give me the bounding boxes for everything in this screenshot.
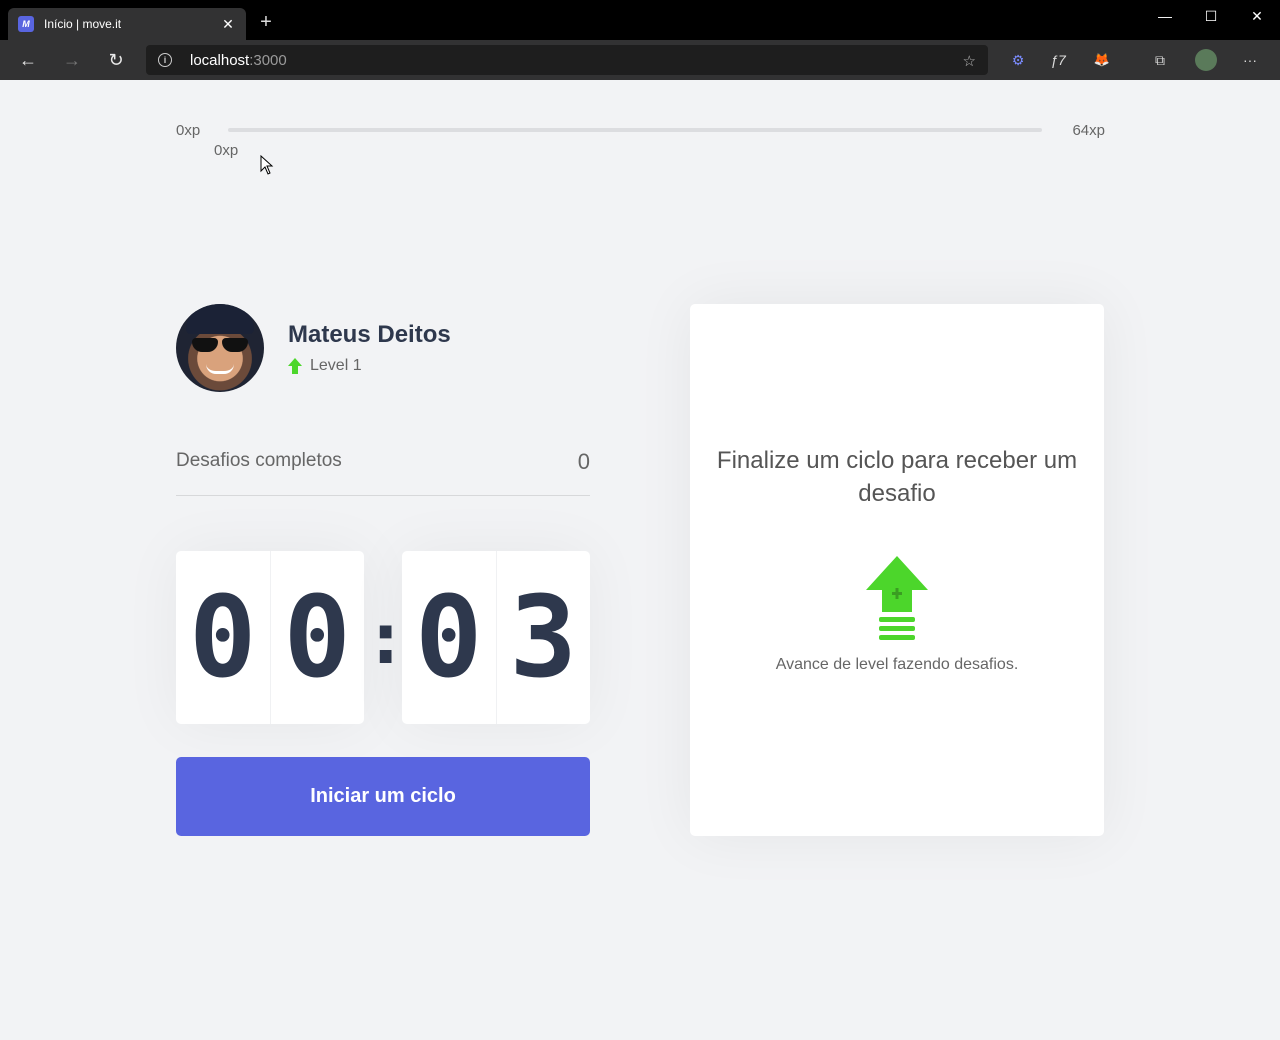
address-host: localhost bbox=[190, 51, 250, 69]
maximize-button[interactable]: ☐ bbox=[1188, 0, 1234, 32]
window-controls: — ☐ ✕ bbox=[1142, 0, 1280, 32]
challenge-box: Finalize um ciclo para receber um desafi… bbox=[690, 304, 1104, 836]
profile-info: Mateus Deitos Level 1 bbox=[288, 321, 451, 375]
mouse-cursor-icon bbox=[260, 155, 274, 175]
extension-fox-icon[interactable]: 🦊 bbox=[1092, 50, 1112, 70]
new-tab-button[interactable]: + bbox=[256, 12, 276, 32]
back-button[interactable]: ← bbox=[16, 48, 40, 72]
second-digit-left: 0 bbox=[402, 551, 497, 724]
level-label: Level 1 bbox=[310, 357, 362, 374]
completed-challenges-label: Desafios completos bbox=[176, 450, 342, 471]
start-cycle-button[interactable]: Iniciar um ciclo bbox=[176, 757, 590, 836]
xp-max-label: 64xp bbox=[1072, 122, 1105, 139]
level-up-arrow-icon bbox=[288, 358, 302, 374]
site-info-icon[interactable]: i bbox=[158, 53, 172, 67]
avatar bbox=[176, 304, 264, 392]
countdown-minutes: 0 0 bbox=[176, 551, 364, 724]
challenge-text: Avance de level fazendo desafios. bbox=[775, 656, 1019, 673]
level-up-icon bbox=[866, 556, 928, 640]
favorite-star-icon[interactable]: ☆ bbox=[963, 52, 976, 70]
countdown: 0 0 : 0 3 bbox=[176, 551, 590, 724]
profile-name: Mateus Deitos bbox=[288, 321, 451, 348]
minute-digit-right: 0 bbox=[283, 572, 351, 703]
completed-challenges-count: 0 bbox=[577, 449, 590, 474]
xp-min-label: 0xp bbox=[176, 122, 201, 139]
address-bar[interactable]: i localhost:3000 ☆ bbox=[146, 45, 988, 75]
countdown-separator: : bbox=[364, 595, 408, 680]
completed-challenges: Desafios completos 0 bbox=[176, 449, 590, 496]
xp-track bbox=[228, 128, 1042, 132]
browser-toolbar: ← → ↻ i localhost:3000 ☆ ⚙ ƒ7 🦊 ⧉ ··· bbox=[0, 40, 1280, 80]
close-window-button[interactable]: ✕ bbox=[1234, 0, 1280, 32]
moveit-favicon-icon: M bbox=[18, 16, 34, 32]
minute-digit-left: 0 bbox=[176, 551, 271, 724]
extension-gear-icon[interactable]: ⚙ bbox=[1008, 50, 1028, 70]
profile-level: Level 1 bbox=[288, 357, 451, 375]
tab-close-icon[interactable]: ✕ bbox=[220, 16, 236, 33]
more-options-icon[interactable]: ··· bbox=[1240, 50, 1260, 70]
xp-current-label: 0xp bbox=[214, 142, 239, 159]
browser-profile-avatar[interactable] bbox=[1195, 49, 1217, 71]
collections-icon[interactable]: ⧉ bbox=[1150, 50, 1170, 70]
second-digit-right: 3 bbox=[509, 572, 577, 703]
reload-button[interactable]: ↻ bbox=[104, 48, 128, 72]
challenge-title: Finalize um ciclo para receber um desafi… bbox=[716, 447, 1078, 507]
profile: Mateus Deitos Level 1 bbox=[176, 304, 451, 392]
browser-tab[interactable]: M Início | move.it ✕ bbox=[8, 8, 246, 40]
countdown-seconds: 0 3 bbox=[402, 551, 590, 724]
forward-button[interactable]: → bbox=[60, 48, 84, 72]
address-port: :3000 bbox=[249, 51, 287, 69]
browser-tabbar: M Início | move.it ✕ + — ☐ ✕ bbox=[0, 0, 1280, 40]
extension-f7-icon[interactable]: ƒ7 bbox=[1048, 50, 1068, 70]
tab-title: Início | move.it bbox=[44, 17, 122, 31]
minimize-button[interactable]: — bbox=[1142, 0, 1188, 32]
experience-bar: 0xp 64xp bbox=[176, 120, 1105, 144]
